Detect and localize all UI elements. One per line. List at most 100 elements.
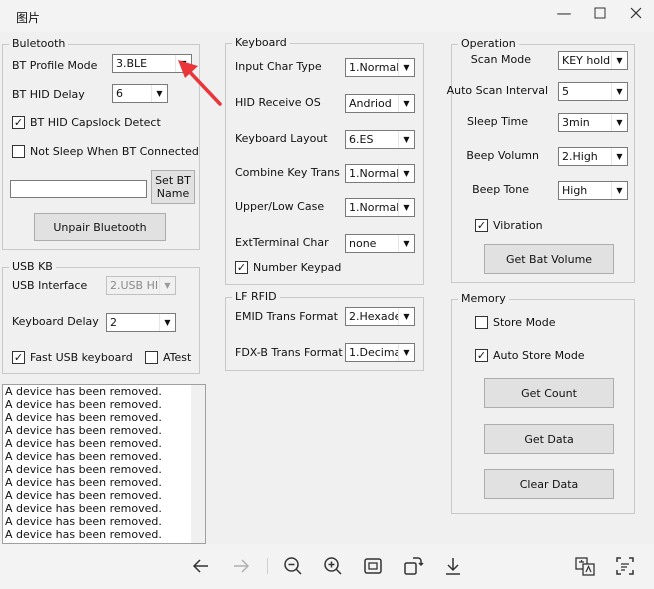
title-bar: 图片 — bbox=[0, 0, 654, 32]
keyboard-row-3-value: 1.Normal bbox=[349, 167, 400, 180]
arrow-right-icon[interactable] bbox=[229, 554, 253, 578]
chevron-down-icon: ▼ bbox=[398, 131, 414, 148]
bt-capslock-checkbox[interactable]: ✓ bbox=[12, 116, 25, 129]
keyboard-row-2-value: 6.ES bbox=[349, 133, 374, 146]
log-line: A device has been removed. bbox=[5, 463, 162, 476]
keyboard-row-0-value: 1.Normal bbox=[349, 61, 400, 74]
keyboard-row-1-label: HID Receive OS bbox=[235, 96, 321, 109]
minimize-icon[interactable]: — bbox=[546, 0, 582, 28]
set-bt-name-button[interactable]: Set BT Name bbox=[151, 170, 195, 204]
operation-row-1-label: Auto Scan Interval bbox=[446, 84, 548, 97]
log-line: A device has been removed. bbox=[5, 411, 162, 424]
chevron-down-icon: ▼ bbox=[398, 59, 414, 76]
clear-data-button[interactable]: Clear Data bbox=[484, 469, 614, 499]
chevron-down-icon: ▼ bbox=[611, 114, 627, 131]
number-keypad-label: Number Keypad bbox=[253, 261, 342, 274]
operation-row-4-value: High bbox=[562, 184, 588, 197]
keyboard-row-0-label: Input Char Type bbox=[235, 60, 322, 73]
log-scrollbar[interactable] bbox=[191, 385, 205, 543]
keyboard-row-2-select[interactable]: 6.ES ▼ bbox=[345, 130, 415, 149]
keyboard-row-5-select[interactable]: none ▼ bbox=[345, 234, 415, 253]
operation-row-0-select[interactable]: KEY hold ▼ bbox=[558, 51, 628, 70]
log-line: A device has been removed. bbox=[5, 424, 162, 437]
keyboard-row-1-select[interactable]: Andriod ▼ bbox=[345, 94, 415, 113]
bt-hid-delay-select[interactable]: 6 ▼ bbox=[112, 84, 168, 103]
keyboard-row-5-label: ExtTerminal Char bbox=[235, 236, 329, 249]
memory-group-title: Memory bbox=[458, 292, 509, 306]
keyboard-row-4-value: 1.Normal bbox=[349, 201, 400, 214]
keyboard-row-3-select[interactable]: 1.Normal ▼ bbox=[345, 164, 415, 183]
operation-row-3-value: 2.High bbox=[562, 150, 598, 163]
usbkb-group-title: USB KB bbox=[9, 260, 56, 274]
fit-screen-icon[interactable] bbox=[361, 554, 385, 578]
get-bat-volume-label: Get Bat Volume bbox=[505, 252, 593, 266]
log-lines: A device has been removed. A device has b… bbox=[3, 385, 205, 541]
auto-store-checkbox[interactable]: ✓ bbox=[475, 349, 488, 362]
bt-profile-label: BT Profile Mode bbox=[12, 59, 98, 72]
unpair-bluetooth-button[interactable]: Unpair Bluetooth bbox=[34, 213, 166, 241]
chevron-down-icon: ▼ bbox=[398, 95, 414, 112]
unpair-bluetooth-label: Unpair Bluetooth bbox=[53, 220, 147, 234]
log-line: A device has been removed. bbox=[5, 528, 162, 541]
keyboard-delay-value: 2 bbox=[110, 316, 117, 329]
keyboard-row-2-label: Keyboard Layout bbox=[235, 132, 328, 145]
bt-hid-delay-label: BT HID Delay bbox=[12, 88, 85, 101]
atest-checkbox[interactable] bbox=[145, 351, 158, 364]
zoom-in-icon[interactable] bbox=[321, 554, 345, 578]
keyboard-row-0-select[interactable]: 1.Normal ▼ bbox=[345, 58, 415, 77]
clear-data-label: Clear Data bbox=[519, 477, 579, 491]
text-recognition-icon[interactable] bbox=[613, 554, 637, 578]
get-data-button[interactable]: Get Data bbox=[484, 424, 614, 454]
keyboard-row-1-value: Andriod bbox=[349, 97, 392, 110]
operation-row-2-label: Sleep Time bbox=[467, 115, 528, 128]
download-icon[interactable] bbox=[441, 554, 465, 578]
operation-row-2-select[interactable]: 3min ▼ bbox=[558, 113, 628, 132]
operation-row-1-select[interactable]: 5 ▼ bbox=[558, 82, 628, 101]
maximize-icon[interactable] bbox=[582, 0, 618, 28]
operation-row-3-select[interactable]: 2.High ▼ bbox=[558, 147, 628, 166]
set-bt-name-label-1: Set BT bbox=[155, 174, 191, 187]
keyboard-row-5-value: none bbox=[349, 237, 377, 250]
store-mode-checkbox[interactable] bbox=[475, 316, 488, 329]
keyboard-row-4-select[interactable]: 1.Normal ▼ bbox=[345, 198, 415, 217]
arrow-left-icon[interactable] bbox=[189, 554, 213, 578]
chevron-down-icon: ▼ bbox=[398, 344, 414, 361]
not-sleep-checkbox[interactable] bbox=[12, 145, 25, 158]
emid-select[interactable]: 2.Hexadecimal ▼ bbox=[345, 307, 415, 326]
operation-row-4-select[interactable]: High ▼ bbox=[558, 181, 628, 200]
zoom-out-icon[interactable] bbox=[281, 554, 305, 578]
log-line: A device has been removed. bbox=[5, 515, 162, 528]
keyboard-group-title: Keyboard bbox=[232, 36, 290, 50]
bt-name-input[interactable] bbox=[10, 180, 147, 198]
bt-hid-delay-value: 6 bbox=[116, 87, 123, 100]
fdx-select[interactable]: 1.Decimal ▼ bbox=[345, 343, 415, 362]
translate-icon[interactable] bbox=[573, 554, 597, 578]
emid-label: EMID Trans Format bbox=[235, 310, 338, 323]
bluetooth-group-title: Buletooth bbox=[9, 37, 69, 51]
chevron-down-icon: ▼ bbox=[611, 148, 627, 165]
operation-row-3-label: Beep Volumn bbox=[466, 149, 539, 162]
log-list[interactable]: A device has been removed. A device has b… bbox=[2, 384, 206, 544]
vibration-checkbox[interactable]: ✓ bbox=[475, 219, 488, 232]
operation-row-1-value: 5 bbox=[562, 85, 569, 98]
get-bat-volume-button[interactable]: Get Bat Volume bbox=[484, 244, 614, 274]
close-icon[interactable] bbox=[618, 0, 654, 28]
operation-group-title: Operation bbox=[458, 37, 519, 51]
auto-store-label: Auto Store Mode bbox=[493, 349, 585, 362]
get-data-label: Get Data bbox=[524, 432, 574, 446]
keyboard-delay-select[interactable]: 2 ▼ bbox=[106, 313, 176, 332]
operation-row-0-label: Scan Mode bbox=[470, 53, 531, 66]
rotate-icon[interactable] bbox=[401, 554, 425, 578]
get-count-button[interactable]: Get Count bbox=[484, 378, 614, 408]
fast-usb-label: Fast USB keyboard bbox=[30, 351, 133, 364]
bt-profile-value: 3.BLE bbox=[116, 57, 148, 70]
fdx-value: 1.Decimal bbox=[349, 346, 405, 359]
set-bt-name-label-2: Name bbox=[156, 187, 190, 200]
chevron-down-icon: ▼ bbox=[398, 308, 414, 325]
number-keypad-checkbox[interactable]: ✓ bbox=[235, 261, 248, 274]
chevron-down-icon: ▼ bbox=[611, 83, 627, 100]
fast-usb-checkbox[interactable]: ✓ bbox=[12, 351, 25, 364]
chevron-down-icon: ▼ bbox=[159, 314, 175, 331]
annotation-arrow bbox=[178, 60, 222, 106]
log-line: A device has been removed. bbox=[5, 398, 162, 411]
